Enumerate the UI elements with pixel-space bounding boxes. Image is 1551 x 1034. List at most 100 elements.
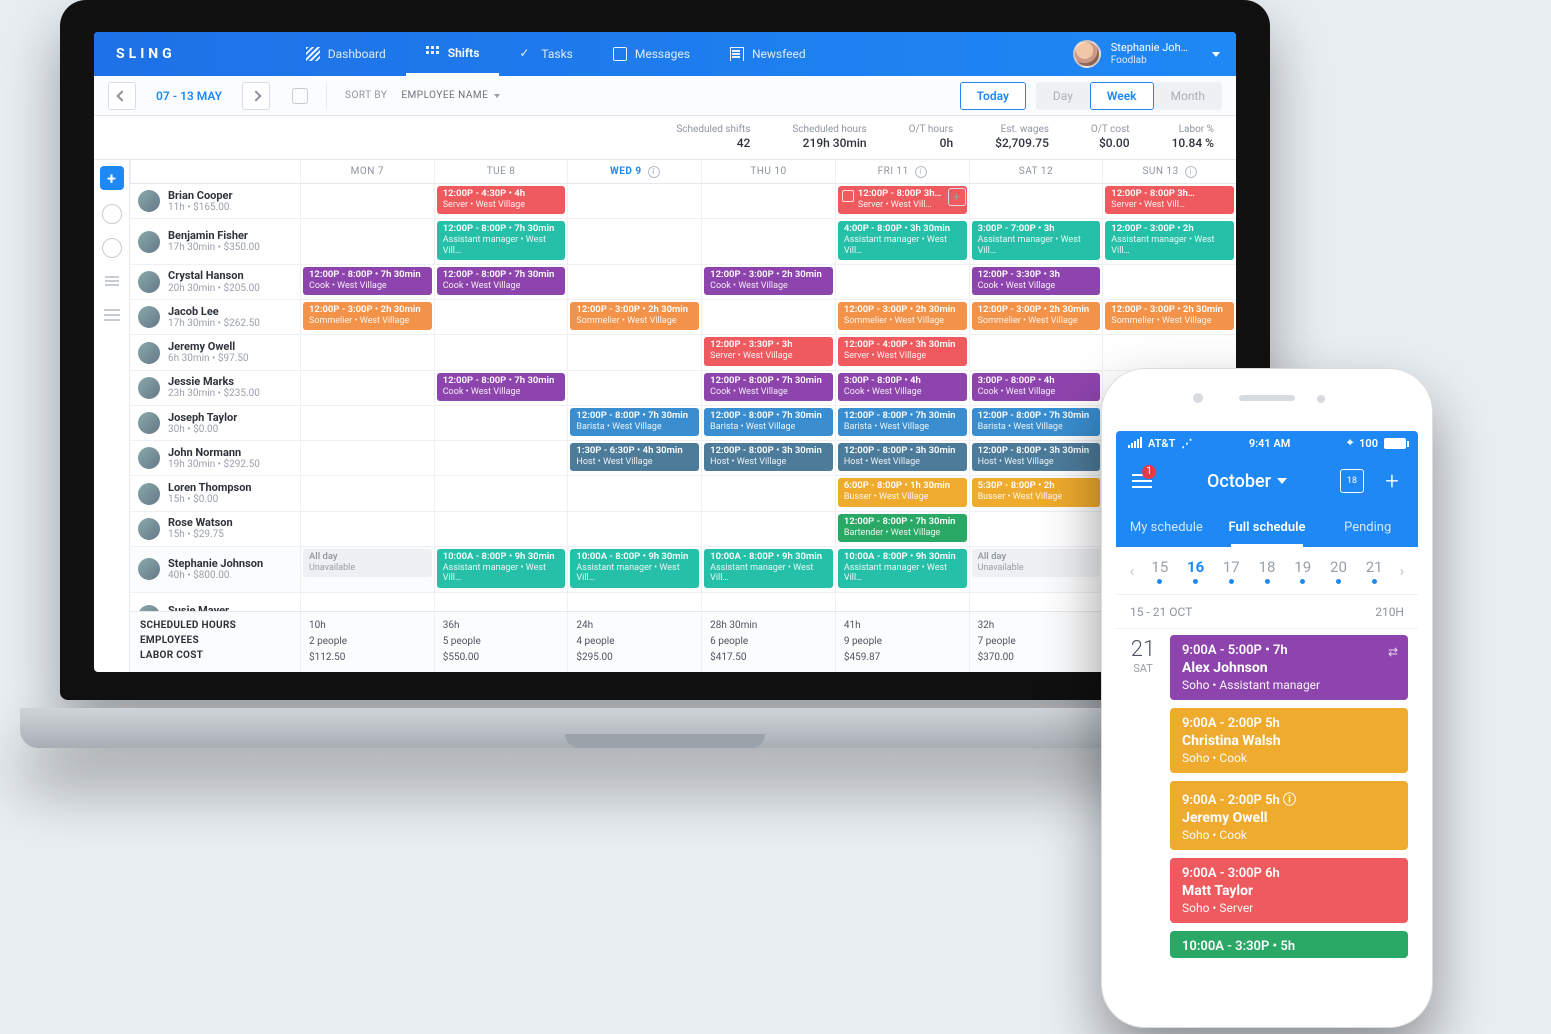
shift-cell[interactable] bbox=[434, 441, 568, 475]
next-week-button[interactable] bbox=[242, 82, 270, 110]
tab-pending[interactable]: Pending bbox=[1317, 507, 1418, 547]
shift-cell[interactable]: 10:00A - 8:00P • 9h 30minAssistant manag… bbox=[835, 547, 969, 592]
shift-cell[interactable] bbox=[701, 300, 835, 334]
tab-full-schedule[interactable]: Full schedule bbox=[1217, 507, 1318, 547]
month-selector[interactable]: October bbox=[1207, 471, 1287, 492]
shift-cell[interactable]: 12:00P - 8:00P • 7h 30minCook • West Vil… bbox=[300, 265, 434, 299]
shift-block[interactable]: 12:00P - 4:00P • 3h 30minServer • West V… bbox=[838, 337, 967, 365]
shift-block[interactable]: 12:00P - 8:00P • 7h 30minBarista • West … bbox=[570, 408, 699, 436]
date-range[interactable]: 07 - 13 MAY bbox=[150, 89, 228, 103]
employee-cell[interactable]: Benjamin Fisher17h 30min • $350.00 bbox=[130, 219, 300, 264]
shift-cell[interactable] bbox=[434, 335, 568, 369]
day-sat[interactable]: SAT 12 bbox=[969, 160, 1103, 183]
shift-cell[interactable] bbox=[300, 512, 434, 546]
shift-block[interactable]: 10:00A - 8:00P • 9h 30minAssistant manag… bbox=[570, 549, 699, 588]
employee-cell[interactable]: Jessie Marks23h 30min • $235.00 bbox=[130, 371, 300, 405]
day-20[interactable]: 20 bbox=[1321, 558, 1357, 584]
shift-cell[interactable] bbox=[567, 184, 701, 218]
shift-cell[interactable]: 12:00P - 8:00P • 7h 30minCook • West Vil… bbox=[434, 265, 568, 299]
shift-cell[interactable]: 12:00P - 8:00P 3h…Server • West Vill… + bbox=[835, 184, 969, 218]
shift-block[interactable]: 10:00A - 8:00P • 9h 30minAssistant manag… bbox=[704, 549, 833, 588]
employee-cell[interactable]: Joseph Taylor30h • $0.00 bbox=[130, 406, 300, 440]
shift-cell[interactable] bbox=[969, 184, 1103, 218]
shift-cell[interactable]: 12:00P - 3:00P • 2hAssistant manager • W… bbox=[1102, 219, 1236, 264]
employee-cell[interactable]: Brian Cooper11h • $165.00 bbox=[130, 184, 300, 218]
schedule-rows[interactable]: Brian Cooper11h • $165.00 12:00P - 4:30P… bbox=[130, 184, 1236, 611]
shift-block[interactable]: 10:00A - 8:00P • 9h 30minAssistant manag… bbox=[437, 549, 566, 588]
shift-block[interactable]: 12:00P - 8:00P • 7h 30minCook • West Vil… bbox=[704, 373, 833, 401]
shift-cell[interactable]: 12:00P - 3:00P • 2h 30minSommelier • Wes… bbox=[1102, 300, 1236, 334]
phone-shift[interactable]: ⇄ 9:00A - 5:00P • 7h Alex Johnson Soho •… bbox=[1170, 635, 1408, 700]
shift-cell[interactable] bbox=[434, 406, 568, 440]
employee-cell[interactable]: Crystal Hanson20h 30min • $205.00 bbox=[130, 265, 300, 299]
month-view-button[interactable]: Month bbox=[1154, 82, 1222, 110]
shift-cell[interactable]: 12:00P - 4:30P • 4hServer • West Village bbox=[434, 184, 568, 218]
menu-button[interactable]: 1 bbox=[1130, 469, 1154, 493]
phone-shift[interactable]: 9:00A - 2:00P 5h ⓘ Jeremy Owell Soho • C… bbox=[1170, 781, 1408, 850]
shift-cell[interactable] bbox=[567, 371, 701, 405]
shift-block[interactable]: 4:00P - 8:00P • 3h 30minAssistant manage… bbox=[838, 221, 967, 260]
day-view-button[interactable]: Day bbox=[1036, 82, 1090, 110]
sort-dropdown[interactable]: EMPLOYEE NAME bbox=[401, 90, 500, 101]
shift-block[interactable]: 12:00P - 8:00P • 7h 30minBarista • West … bbox=[838, 408, 967, 436]
shift-cell[interactable] bbox=[1102, 335, 1236, 369]
phone-icon[interactable] bbox=[102, 238, 122, 258]
shift-cell[interactable]: 3:00P - 8:00P • 4hCook • West Village bbox=[835, 371, 969, 405]
shift-block[interactable]: 12:00P - 3:00P • 2h 30minSommelier • Wes… bbox=[972, 302, 1101, 330]
phone-shift[interactable]: 9:00A - 3:00P 6h Matt Taylor Soho • Serv… bbox=[1170, 858, 1408, 923]
day-tue[interactable]: TUE 8 bbox=[434, 160, 568, 183]
shift-cell[interactable] bbox=[567, 335, 701, 369]
shift-cell[interactable]: 12:00P - 3:30P • 3hServer • West Village bbox=[701, 335, 835, 369]
shift-block[interactable]: 12:00P - 8:00P • 7h 30minCook • West Vil… bbox=[437, 373, 566, 401]
shift-cell[interactable] bbox=[701, 184, 835, 218]
shift-cell[interactable]: 12:00P - 8:00P • 7h 30minAssistant manag… bbox=[434, 219, 568, 264]
shift-cell[interactable]: 12:00P - 3:00P • 2h 30minSommelier • Wes… bbox=[835, 300, 969, 334]
shift-cell[interactable] bbox=[1102, 265, 1236, 299]
shift-block[interactable]: 5:30P - 8:00P • 2hBusser • West Village bbox=[972, 478, 1101, 506]
nav-tasks[interactable]: Tasks bbox=[499, 32, 593, 76]
shift-cell[interactable]: 10:00A - 8:00P • 9h 30minAssistant manag… bbox=[567, 547, 701, 592]
shift-cell[interactable]: 12:00P - 8:00P • 7h 30minCook • West Vil… bbox=[701, 371, 835, 405]
shift-cell[interactable]: 10:00A - 8:00P • 9h 30minAssistant manag… bbox=[434, 547, 568, 592]
shift-block[interactable]: 12:00P - 8:00P • 3h 30minHost • West Vil… bbox=[972, 443, 1101, 471]
day-21[interactable]: 21 bbox=[1356, 558, 1392, 584]
shift-cell[interactable] bbox=[969, 593, 1103, 611]
shift-cell[interactable] bbox=[300, 371, 434, 405]
shift-cell[interactable] bbox=[434, 593, 568, 611]
shift-block[interactable]: 12:00P - 8:00P 3h…Server • West Vill… bbox=[1105, 186, 1234, 214]
day-wed[interactable]: WED 9i bbox=[567, 160, 701, 183]
shift-cell[interactable] bbox=[300, 406, 434, 440]
shift-cell[interactable] bbox=[567, 219, 701, 264]
shift-cell[interactable] bbox=[835, 593, 969, 611]
shift-cell[interactable]: 12:00P - 3:00P • 2h 30minSommelier • Wes… bbox=[300, 300, 434, 334]
day-19[interactable]: 19 bbox=[1285, 558, 1321, 584]
shift-cell[interactable] bbox=[300, 441, 434, 475]
add-button[interactable]: + bbox=[1380, 469, 1404, 493]
shift-block[interactable]: 3:00P - 8:00P • 4hCook • West Village bbox=[972, 373, 1101, 401]
swap-icon[interactable]: ⇄ bbox=[1388, 645, 1398, 659]
shift-block[interactable]: 12:00P - 8:00P • 7h 30minAssistant manag… bbox=[437, 221, 566, 260]
day-mon[interactable]: MON 7 bbox=[300, 160, 434, 183]
shift-cell[interactable] bbox=[701, 512, 835, 546]
shift-block[interactable]: 12:00P - 3:00P • 2h 30minSommelier • Wes… bbox=[838, 302, 967, 330]
shift-cell[interactable] bbox=[969, 512, 1103, 546]
shift-cell[interactable]: All dayUnavailable bbox=[300, 547, 434, 592]
employee-cell[interactable]: John Normann19h 30min • $292.50 bbox=[130, 441, 300, 475]
shift-cell[interactable]: 6:00P - 8:00P • 1h 30minBusser • West Vi… bbox=[835, 476, 969, 510]
nav-newsfeed[interactable]: Newsfeed bbox=[710, 32, 826, 76]
calendar-button[interactable]: 18 bbox=[1340, 469, 1364, 493]
shift-cell[interactable]: All dayUnavailable bbox=[969, 547, 1103, 592]
shift-cell[interactable]: 12:00P - 8:00P • 7h 30minBarista • West … bbox=[835, 406, 969, 440]
employee-cell[interactable]: Rose Watson15h • $29.75 bbox=[130, 512, 300, 546]
day-fri[interactable]: FRI 11i bbox=[835, 160, 969, 183]
employee-cell[interactable]: Loren Thompson15h • $0.00 bbox=[130, 476, 300, 510]
next-days-button[interactable]: › bbox=[1392, 561, 1412, 580]
shift-cell[interactable]: 3:00P - 8:00P • 4hCook • West Village bbox=[969, 371, 1103, 405]
shift-cell[interactable]: 12:00P - 8:00P • 3h 30minHost • West Vil… bbox=[835, 441, 969, 475]
shift-checkbox[interactable] bbox=[842, 190, 854, 202]
nav-messages[interactable]: Messages bbox=[593, 32, 710, 76]
day-18[interactable]: 18 bbox=[1249, 558, 1285, 584]
add-shift-icon[interactable]: + bbox=[948, 188, 966, 206]
shift-cell[interactable] bbox=[701, 593, 835, 611]
shift-cell[interactable] bbox=[567, 265, 701, 299]
